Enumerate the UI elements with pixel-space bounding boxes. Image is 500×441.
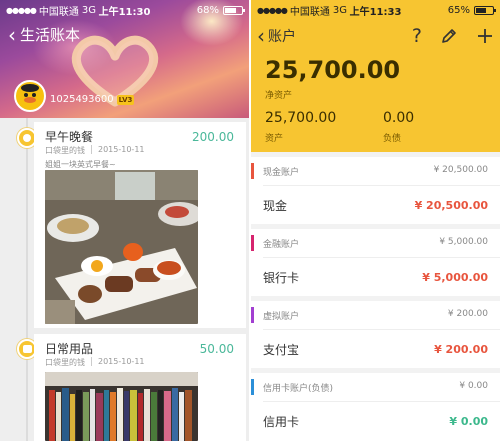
account-balance: ¥ 5,000.00 [422,271,488,284]
battery-percent: 68% [196,4,219,16]
debt-label: 负债 [383,134,402,144]
account-balance: ¥ 0.00 [449,415,488,428]
carrier-label: 中国联通 [289,6,330,18]
entry-date: 2015-10-11 [98,145,145,154]
entry-title: 早午晚餐 [45,130,94,144]
entry-amount: 200.00 [192,130,234,144]
entry-account: 口袋里的钱 [45,358,85,367]
back-button[interactable]: ‹ 账户 [257,26,296,46]
avatar[interactable] [14,80,46,112]
pencil-icon[interactable] [440,27,458,45]
entry-title: 日常用品 [45,342,94,356]
breakfast-photo[interactable] [45,170,198,324]
status-bar: ●●●●● 中国联通 3G 上午11:30 68% [0,0,249,20]
list-item[interactable]: 日常用品 50.00 口袋里的钱 2015-10-11 [34,334,246,441]
account-name: 支付宝 [263,343,300,357]
plus-icon[interactable] [476,27,494,45]
entry-meta: 口袋里的钱 2015-10-11 [45,357,145,368]
account-name: 银行卡 [263,271,300,285]
page-title: 账户 [268,29,296,45]
nav-bar: ‹ 账户 ? [257,24,494,48]
entry-amount: 50.00 [199,342,234,356]
net-assets-value: 25,700.00 [265,56,401,84]
debt-value: 0.00 [383,110,415,126]
network-label: 3G [81,4,97,16]
question-icon[interactable]: ? [412,25,422,47]
assets-label: 资产 [265,134,284,144]
category-color-bar [251,163,254,179]
category-total: ¥ 20,500.00 [433,165,488,175]
battery-percent: 65% [447,4,470,16]
account-card-finance[interactable]: 金融账户 ¥ 5,000.00 银行卡 ¥ 5,000.00 [251,229,500,296]
entry-note: 姐姐一块英式早餐~ [45,160,116,169]
category-label: 现金账户 [263,168,300,178]
entry-date: 2015-10-11 [98,357,145,366]
page-title: 生活账本 [20,26,81,44]
timeline-line [26,118,28,441]
category-total: ¥ 5,000.00 [439,237,488,247]
account-balance: ¥ 20,500.00 [414,199,488,212]
status-bar: ●●●●● 中国联通 3G 上午11:33 65% [251,0,500,20]
account-card-virtual[interactable]: 虚拟账户 ¥ 200.00 支付宝 ¥ 200.00 [251,301,500,368]
bookshelf-photo[interactable] [45,372,198,441]
category-label: 信用卡账户(负债) [263,384,334,394]
category-total: ¥ 200.00 [447,309,488,319]
battery-icon [223,5,245,15]
category-total: ¥ 0.00 [459,381,488,391]
network-label: 3G [332,4,348,16]
level-badge: LV3 [116,94,135,105]
category-label: 金融账户 [263,240,300,250]
life-ledger-screen: ●●●●● 中国联通 3G 上午11:30 68% ‹ 生活账本 1025493… [0,0,249,441]
entry-meta: 口袋里的钱 2015-10-11 [45,145,145,156]
net-assets-label: 净资产 [265,91,293,101]
user-info: 1025493600 LV3 [50,94,135,105]
account-card-credit[interactable]: 信用卡账户(负债) ¥ 0.00 信用卡 ¥ 0.00 [251,373,500,441]
account-balance: ¥ 200.00 [434,343,488,356]
category-label: 虚拟账户 [263,312,300,322]
category-color-bar [251,307,254,323]
chevron-left-icon: ‹ [257,24,265,48]
accounts-screen: ●●●●● 中国联通 3G 上午11:33 65% ‹ 账户 ? 25,700.… [251,0,500,441]
user-id: 1025493600 [50,94,114,105]
back-button[interactable]: ‹ 生活账本 [8,24,80,45]
chevron-left-icon: ‹ [8,22,16,47]
entry-account: 口袋里的钱 [45,146,85,155]
category-color-bar [251,379,254,395]
carrier-label: 中国联通 [38,6,79,18]
account-card-cash[interactable]: 现金账户 ¥ 20,500.00 现金 ¥ 20,500.00 [251,157,500,224]
assets-value: 25,700.00 [265,110,337,126]
signal-icon: ●●●●● [6,5,37,15]
account-name: 信用卡 [263,415,300,429]
battery-icon [474,5,496,15]
account-name: 现金 [263,199,288,213]
category-color-bar [251,235,254,251]
duck-avatar-icon [19,84,41,108]
signal-icon: ●●●●● [257,5,288,15]
list-item[interactable]: 早午晚餐 200.00 口袋里的钱 2015-10-11 姐姐一块英式早餐~ [34,122,246,328]
